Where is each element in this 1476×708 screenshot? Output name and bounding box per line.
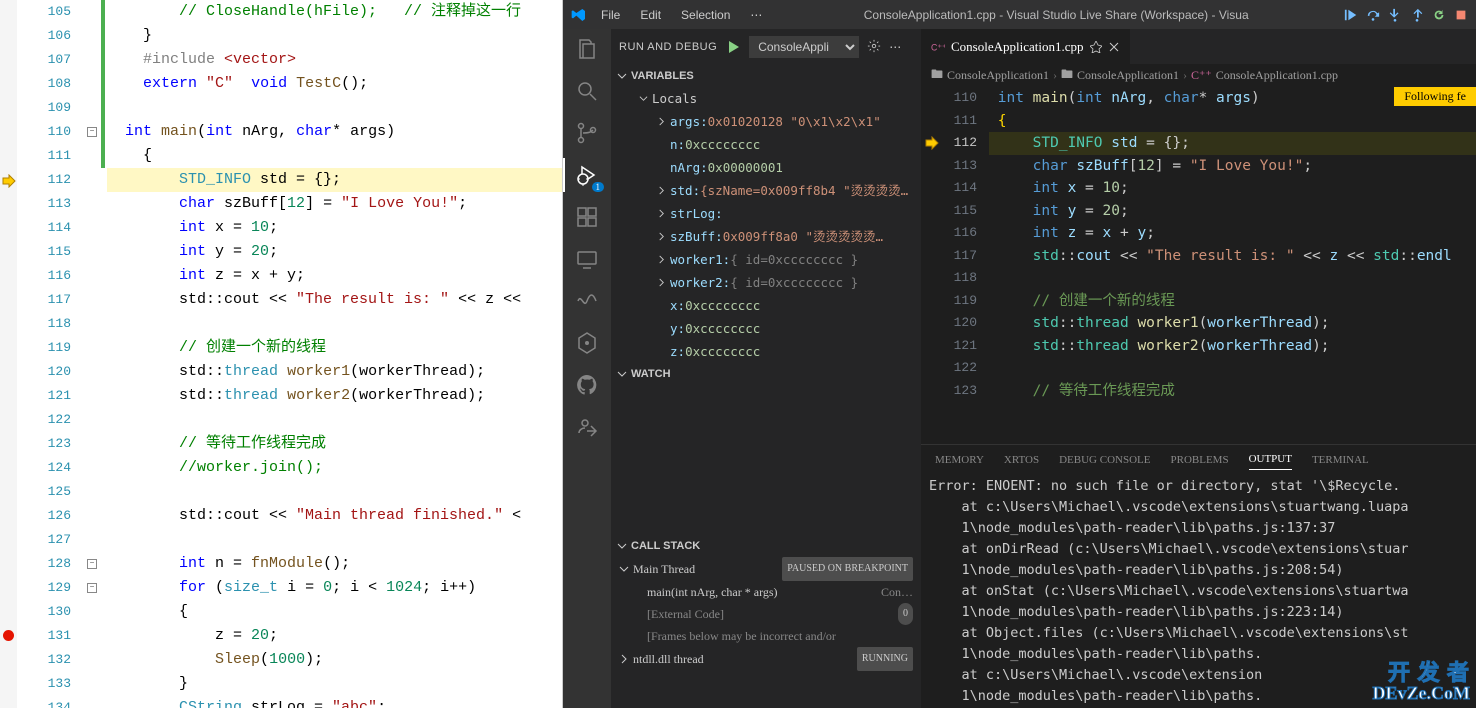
debug-side-panel: RUN AND DEBUG ConsoleAppli ⋯ VARIABLES L… <box>611 29 921 708</box>
breadcrumb[interactable]: 🖿 ConsoleApplication1 › 🖿 ConsoleApplica… <box>921 64 1476 87</box>
tab-filename: ConsoleApplication1.cpp <box>951 39 1084 55</box>
debug-settings-icon[interactable] <box>867 39 881 56</box>
breadcrumb-item[interactable]: ConsoleApplication1 <box>1077 68 1179 83</box>
chevron-down-icon <box>617 541 627 551</box>
callstack-body[interactable]: Main ThreadPAUSED ON BREAKPOINTmain(int … <box>611 557 921 671</box>
variables-tree[interactable]: Localsargs: 0x01020128 "0\x1\x2\x1"n: 0x… <box>611 87 921 363</box>
editor-code-content[interactable]: int main(int nArg, char* args) { STD_INF… <box>989 87 1476 444</box>
pin-icon[interactable] <box>1090 41 1102 53</box>
editor[interactable]: 1101111121131141151161171181191201211221… <box>921 87 1476 444</box>
vs-breakpoint-margin[interactable] <box>0 0 17 708</box>
ab-liveshare-icon[interactable] <box>573 413 601 441</box>
menu-edit[interactable]: Edit <box>634 6 667 24</box>
ab-scm-icon[interactable] <box>573 119 601 147</box>
ab-debug-icon[interactable]: 1 <box>573 161 601 189</box>
callstack-label: CALL STACK <box>631 540 700 552</box>
editor-column: C⁺⁺ ConsoleApplication1.cpp 🖿 ConsoleApp… <box>921 29 1476 708</box>
output-panel[interactable]: Error: ENOENT: no such file or directory… <box>921 474 1476 708</box>
vs-line-numbers: 1051061071081091101111121131141151161171… <box>17 0 85 708</box>
debug-stop-icon[interactable] <box>1454 8 1468 22</box>
vscode-window: File Edit Selection ⋯ ConsoleApplication… <box>563 0 1476 708</box>
debug-toolbar <box>1344 8 1468 22</box>
menu-file[interactable]: File <box>595 6 626 24</box>
run-debug-header: RUN AND DEBUG ConsoleAppli ⋯ <box>611 29 921 65</box>
ab-extensions-icon[interactable] <box>573 203 601 231</box>
panel-tab-memory[interactable]: MEMORY <box>935 450 984 470</box>
vscode-icon <box>571 7 587 23</box>
panel-tab-output[interactable]: OUTPUT <box>1249 449 1292 470</box>
debug-continue-icon[interactable] <box>1344 8 1358 22</box>
debug-stepover-icon[interactable] <box>1366 8 1380 22</box>
menu-more-icon[interactable]: ⋯ <box>744 6 768 24</box>
section-variables[interactable]: VARIABLES <box>611 65 921 87</box>
chevron-down-icon <box>617 369 627 379</box>
cpp-file-icon: C⁺⁺ <box>931 40 945 54</box>
ab-explorer-icon[interactable] <box>573 35 601 63</box>
ab-hex-icon[interactable] <box>573 329 601 357</box>
editor-tabs: C⁺⁺ ConsoleApplication1.cpp <box>921 29 1476 64</box>
activity-bar: 1 <box>563 29 611 708</box>
panel-tab-terminal[interactable]: TERMINAL <box>1312 450 1369 470</box>
section-callstack[interactable]: CALL STACK <box>611 535 921 557</box>
close-tab-icon[interactable] <box>1108 41 1120 53</box>
debug-more-icon[interactable]: ⋯ <box>889 40 901 54</box>
panel-tab-problems[interactable]: PROBLEMS <box>1170 450 1228 470</box>
ab-remote-icon[interactable] <box>573 245 601 273</box>
panel-tab-debug-console[interactable]: DEBUG CONSOLE <box>1059 450 1150 470</box>
debug-stepout-icon[interactable] <box>1410 8 1424 22</box>
ab-search-icon[interactable] <box>573 77 601 105</box>
editor-glyph-margin[interactable] <box>921 87 945 444</box>
run-debug-label: RUN AND DEBUG <box>619 41 717 53</box>
start-debug-icon[interactable] <box>725 39 741 55</box>
following-badge[interactable]: Following fe <box>1394 87 1476 106</box>
watch-body[interactable] <box>611 385 921 535</box>
debug-badge: 1 <box>592 182 605 192</box>
titlebar: File Edit Selection ⋯ ConsoleApplication… <box>563 0 1476 29</box>
svg-text:C⁺⁺: C⁺⁺ <box>931 42 945 52</box>
chevron-down-icon <box>617 71 627 81</box>
cpp-file-icon: C⁺⁺ <box>1191 68 1212 83</box>
debug-config-select[interactable]: ConsoleAppli <box>749 36 859 58</box>
editor-line-numbers: 1101111121131141151161171181191201211221… <box>945 87 989 444</box>
debug-restart-icon[interactable] <box>1432 8 1446 22</box>
panel-tab-xrtos[interactable]: XRTOS <box>1004 450 1039 470</box>
menu-selection[interactable]: Selection <box>675 6 736 24</box>
watch-label: WATCH <box>631 368 671 380</box>
vs-editor-pane: 1051061071081091101111121131141151161171… <box>0 0 563 708</box>
folder-icon: 🖿 <box>931 65 943 86</box>
vs-fold-column[interactable]: −−− <box>85 0 101 708</box>
breadcrumb-item[interactable]: ConsoleApplication1 <box>947 68 1049 83</box>
panel-tabs: MEMORY XRTOS DEBUG CONSOLE PROBLEMS OUTPUT TE… <box>921 444 1476 474</box>
debug-stepinto-icon[interactable] <box>1388 8 1402 22</box>
folder-icon: 🖿 <box>1061 65 1073 86</box>
ab-github-icon[interactable] <box>573 371 601 399</box>
section-watch[interactable]: WATCH <box>611 363 921 385</box>
window-title: ConsoleApplication1.cpp - Visual Studio … <box>776 8 1336 22</box>
ab-wave-icon[interactable] <box>573 287 601 315</box>
breadcrumb-item[interactable]: ConsoleApplication1.cpp <box>1216 68 1338 83</box>
variables-label: VARIABLES <box>631 70 694 82</box>
vs-code-content[interactable]: // CloseHandle(hFile); // 注释掉这一行 } #incl… <box>107 0 562 708</box>
tab-file[interactable]: C⁺⁺ ConsoleApplication1.cpp <box>921 29 1131 64</box>
